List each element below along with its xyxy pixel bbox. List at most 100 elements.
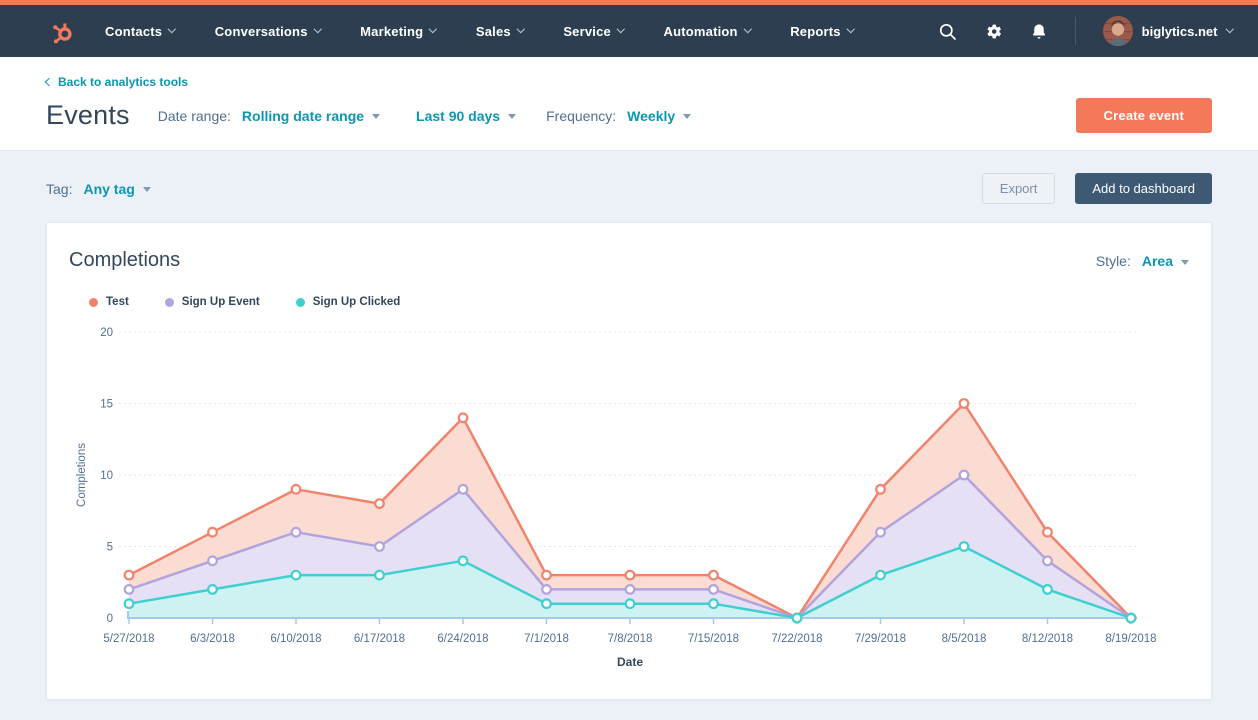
- search-icon[interactable]: [938, 22, 957, 41]
- x-tick-label: 7/1/2018: [524, 633, 569, 645]
- legend-label: Sign Up Event: [182, 296, 260, 308]
- date-range-dropdown[interactable]: Rolling date range: [242, 108, 380, 124]
- data-point-sign-up-clicked[interactable]: [208, 585, 217, 594]
- caret-down-icon: [683, 114, 691, 119]
- frequency-dropdown[interactable]: Weekly: [627, 108, 691, 124]
- nav-item-marketing[interactable]: Marketing: [360, 24, 436, 39]
- legend-item-test[interactable]: Test: [89, 296, 129, 308]
- chevron-down-icon: [517, 25, 525, 33]
- caret-down-icon: [508, 114, 516, 119]
- data-point-sign-up-clicked[interactable]: [1043, 585, 1052, 594]
- data-point-sign-up-event[interactable]: [542, 585, 551, 594]
- data-point-test[interactable]: [208, 528, 217, 537]
- avatar: [1103, 16, 1133, 46]
- legend-item-sign-up-event[interactable]: Sign Up Event: [165, 296, 260, 308]
- nav-item-service[interactable]: Service: [563, 24, 623, 39]
- chart-canvas: 051015205/27/20186/3/20186/10/20186/17/2…: [69, 318, 1191, 690]
- data-point-sign-up-event[interactable]: [1043, 557, 1052, 566]
- chart-legend: Test Sign Up Event Sign Up Clicked: [89, 296, 1189, 308]
- y-tick-label: 10: [100, 470, 113, 482]
- data-point-sign-up-clicked[interactable]: [960, 542, 969, 551]
- x-tick-label: 8/12/2018: [1022, 633, 1073, 645]
- create-event-button[interactable]: Create event: [1076, 98, 1212, 133]
- chevron-down-icon: [429, 25, 437, 33]
- nav-item-conversations[interactable]: Conversations: [215, 24, 320, 39]
- data-point-sign-up-event[interactable]: [960, 471, 969, 480]
- export-button[interactable]: Export: [982, 173, 1056, 204]
- data-point-test[interactable]: [626, 571, 635, 580]
- caret-down-icon: [1181, 260, 1189, 265]
- data-point-test[interactable]: [960, 399, 969, 408]
- nav-item-automation[interactable]: Automation: [663, 24, 750, 39]
- add-to-dashboard-button[interactable]: Add to dashboard: [1075, 173, 1212, 204]
- y-tick-label: 20: [100, 327, 113, 339]
- back-chevron-icon: [45, 78, 53, 86]
- y-axis-title: Completions: [76, 443, 88, 507]
- data-point-sign-up-clicked[interactable]: [626, 599, 635, 608]
- date-window-value: Last 90 days: [416, 108, 500, 124]
- data-point-sign-up-event[interactable]: [459, 485, 468, 494]
- data-point-test[interactable]: [1043, 528, 1052, 537]
- data-point-test[interactable]: [709, 571, 718, 580]
- nav-item-reports[interactable]: Reports: [790, 24, 853, 39]
- data-point-sign-up-event[interactable]: [375, 542, 384, 551]
- nav-item-label: Contacts: [105, 24, 162, 39]
- nav-item-label: Automation: [663, 24, 737, 39]
- date-range-label: Date range:: [158, 108, 231, 124]
- x-axis-title: Date: [617, 655, 643, 669]
- x-tick-label: 7/22/2018: [771, 633, 822, 645]
- legend-item-sign-up-clicked[interactable]: Sign Up Clicked: [296, 296, 401, 308]
- data-point-sign-up-event[interactable]: [292, 528, 301, 537]
- caret-down-icon: [372, 114, 380, 119]
- y-tick-label: 15: [100, 399, 113, 411]
- data-point-test[interactable]: [292, 485, 301, 494]
- style-label: Style:: [1096, 253, 1131, 269]
- data-point-sign-up-clicked[interactable]: [459, 557, 468, 566]
- data-point-sign-up-event[interactable]: [876, 528, 885, 537]
- legend-label: Sign Up Clicked: [313, 296, 401, 308]
- page-header: Back to analytics tools Events Date rang…: [0, 57, 1258, 151]
- y-tick-label: 0: [107, 613, 113, 625]
- hubspot-logo-icon[interactable]: [48, 18, 75, 45]
- data-point-sign-up-clicked[interactable]: [876, 571, 885, 580]
- style-value: Area: [1142, 253, 1173, 269]
- account-name: biglytics.net: [1142, 24, 1218, 39]
- x-tick-label: 6/17/2018: [354, 633, 405, 645]
- data-point-sign-up-clicked[interactable]: [542, 599, 551, 608]
- chevron-down-icon: [168, 25, 176, 33]
- nav-item-contacts[interactable]: Contacts: [105, 24, 175, 39]
- back-link-label: Back to analytics tools: [58, 75, 188, 89]
- x-tick-label: 8/5/2018: [942, 633, 987, 645]
- notifications-bell-icon[interactable]: [1030, 22, 1048, 41]
- data-point-test[interactable]: [459, 414, 468, 423]
- settings-gear-icon[interactable]: [984, 22, 1003, 41]
- data-point-sign-up-clicked[interactable]: [709, 599, 718, 608]
- x-tick-label: 8/19/2018: [1105, 633, 1156, 645]
- nav-item-sales[interactable]: Sales: [476, 24, 523, 39]
- back-to-analytics-link[interactable]: Back to analytics tools: [46, 75, 188, 89]
- legend-dot-icon: [165, 298, 174, 307]
- date-window-dropdown[interactable]: Last 90 days: [416, 108, 516, 124]
- data-point-sign-up-event[interactable]: [125, 585, 134, 594]
- data-point-sign-up-event[interactable]: [208, 557, 217, 566]
- data-point-sign-up-clicked[interactable]: [375, 571, 384, 580]
- nav-divider: [1075, 17, 1076, 45]
- legend-dot-icon: [296, 298, 305, 307]
- chevron-down-icon: [617, 25, 625, 33]
- legend-dot-icon: [89, 298, 98, 307]
- data-point-test[interactable]: [876, 485, 885, 494]
- data-point-test[interactable]: [125, 571, 134, 580]
- frequency-label: Frequency:: [546, 108, 616, 124]
- data-point-test[interactable]: [542, 571, 551, 580]
- data-point-sign-up-clicked[interactable]: [793, 614, 802, 623]
- data-point-test[interactable]: [375, 499, 384, 508]
- data-point-sign-up-event[interactable]: [626, 585, 635, 594]
- style-dropdown[interactable]: Area: [1142, 253, 1189, 269]
- data-point-sign-up-event[interactable]: [709, 585, 718, 594]
- account-menu[interactable]: biglytics.net: [1103, 16, 1232, 46]
- data-point-sign-up-clicked[interactable]: [1127, 614, 1136, 623]
- completions-report-card: Completions Style: Area Test Sign Up Even…: [46, 222, 1212, 700]
- tag-dropdown[interactable]: Any tag: [83, 181, 150, 197]
- data-point-sign-up-clicked[interactable]: [125, 599, 134, 608]
- data-point-sign-up-clicked[interactable]: [292, 571, 301, 580]
